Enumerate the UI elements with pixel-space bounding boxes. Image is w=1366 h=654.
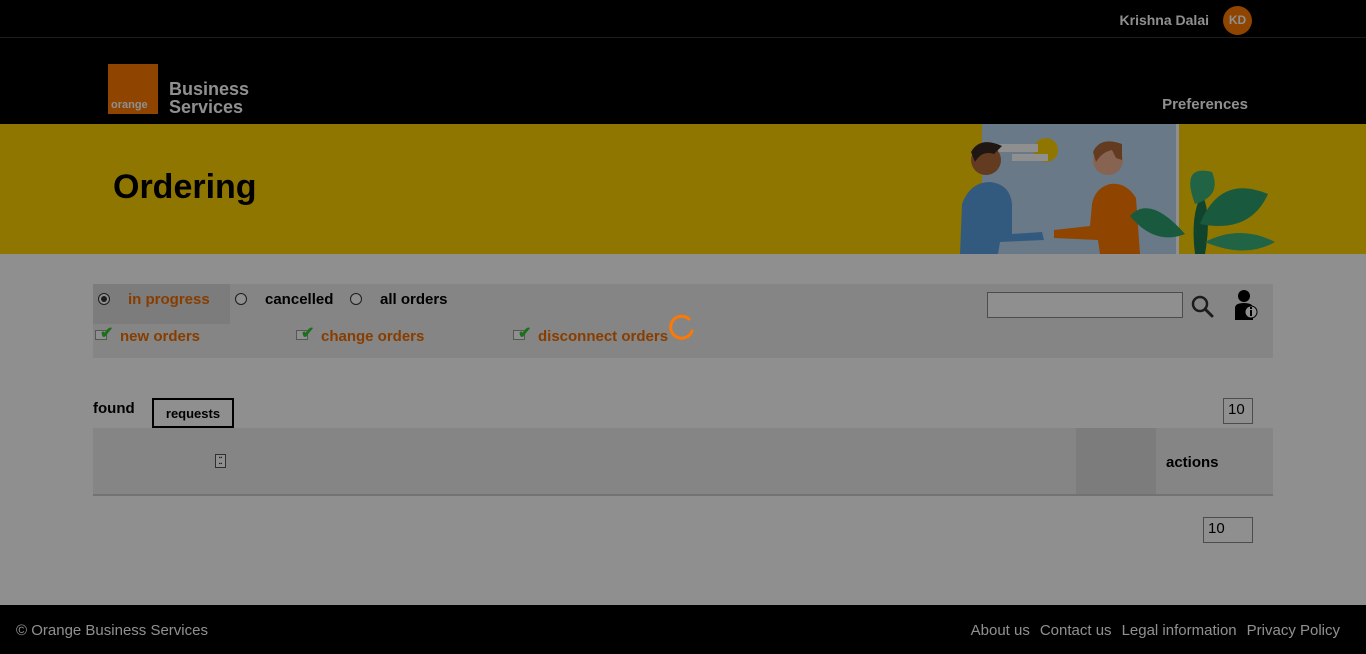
copyright-text: © Orange Business Services xyxy=(16,622,208,639)
results-table-header: ▪▪ ▪▪ actions xyxy=(93,428,1273,496)
footer-link-about[interactable]: About us xyxy=(971,622,1030,639)
label-change-orders[interactable]: change orders xyxy=(321,328,424,345)
main-header: orange Business Services Preferences xyxy=(0,38,1366,124)
requests-button[interactable]: requests xyxy=(152,398,234,428)
page-title: Ordering xyxy=(113,168,257,206)
radio-all-orders[interactable] xyxy=(350,293,362,305)
orange-logo[interactable]: orange xyxy=(108,64,158,114)
label-new-orders[interactable]: new orders xyxy=(120,328,200,345)
user-info-icon[interactable] xyxy=(1233,288,1259,322)
brand-line-1: Business xyxy=(169,79,250,99)
check-icon: ✔ xyxy=(301,325,315,342)
user-bar: Krishna Dalai KD xyxy=(0,0,1366,38)
label-disconnect-orders[interactable]: disconnect orders xyxy=(538,328,668,345)
footer: © Orange Business Services About us Cont… xyxy=(0,605,1366,654)
radio-in-progress[interactable] xyxy=(98,293,110,305)
handshake-illustration xyxy=(960,124,1275,254)
search-icon[interactable] xyxy=(1189,294,1215,318)
page-size-select-bottom[interactable]: 10 xyxy=(1203,517,1253,543)
label-in-progress[interactable]: in progress xyxy=(128,291,210,308)
footer-link-legal[interactable]: Legal information xyxy=(1122,622,1237,639)
loading-spinner-icon xyxy=(669,314,694,340)
user-name[interactable]: Krishna Dalai xyxy=(1120,12,1209,28)
content-area: in progress cancelled all orders ✔ new o… xyxy=(0,254,1366,605)
footer-link-contact[interactable]: Contact us xyxy=(1040,622,1112,639)
column-settings-icon[interactable]: ▪▪ ▪▪ xyxy=(215,454,226,468)
actions-column-header: actions xyxy=(1166,454,1219,471)
footer-link-privacy[interactable]: Privacy Policy xyxy=(1247,622,1340,639)
logo-text: orange xyxy=(111,99,148,111)
radio-cancelled[interactable] xyxy=(235,293,247,305)
label-cancelled[interactable]: cancelled xyxy=(265,291,333,308)
footer-links: About us Contact us Legal information Pr… xyxy=(971,622,1340,639)
label-all-orders[interactable]: all orders xyxy=(380,291,448,308)
sorted-column-header[interactable] xyxy=(1076,428,1156,494)
brand-name: Business Services xyxy=(169,80,249,116)
page-size-select-top[interactable]: 10 xyxy=(1223,398,1253,424)
found-label: found xyxy=(93,400,135,417)
hero-banner: Ordering xyxy=(0,124,1366,254)
check-icon: ✔ xyxy=(100,325,114,342)
user-avatar[interactable]: KD xyxy=(1223,6,1252,35)
check-icon: ✔ xyxy=(518,325,532,342)
nav-preferences[interactable]: Preferences xyxy=(1162,96,1248,113)
search-input[interactable] xyxy=(987,292,1183,318)
brand-line-2: Services xyxy=(169,97,244,117)
